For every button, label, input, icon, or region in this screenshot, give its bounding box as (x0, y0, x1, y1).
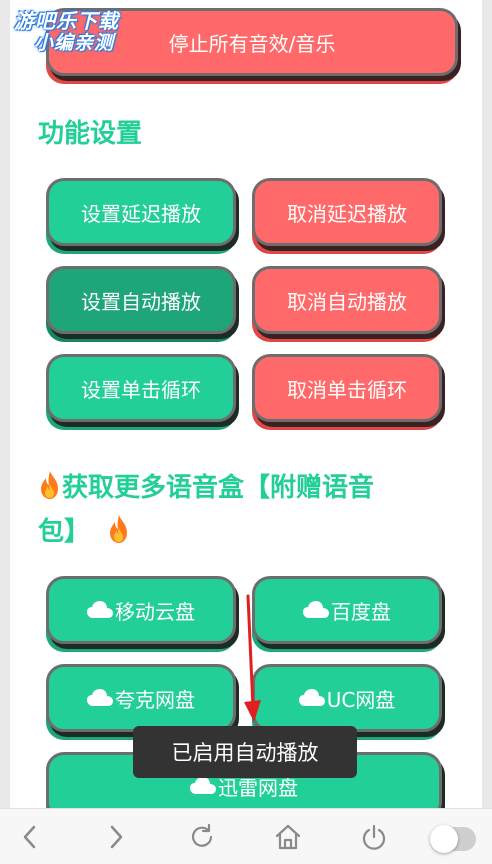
browser-bottom-bar (0, 808, 492, 864)
cloud-icon (87, 601, 113, 619)
set-click-loop-label: 设置单击循环 (81, 377, 201, 402)
forward-icon (110, 825, 123, 849)
power-icon (362, 824, 386, 850)
back-icon (23, 825, 36, 849)
watermark-line2: 小编亲测 (34, 32, 115, 54)
link-baidu-button[interactable]: 百度盘 (252, 576, 442, 644)
home-icon (275, 824, 301, 850)
watermark-line1: 游吧乐下载 (14, 9, 119, 33)
cloud-icon (87, 689, 113, 707)
cancel-delay-play-label: 取消延迟播放 (287, 201, 407, 226)
set-auto-play-label: 设置自动播放 (81, 289, 201, 314)
set-click-loop-button[interactable]: 设置单击循环 (46, 354, 236, 422)
link-baidu-label: 百度盘 (331, 599, 391, 624)
link-quark-label: 夸克网盘 (115, 687, 195, 712)
set-auto-play-button[interactable]: 设置自动播放 (46, 266, 236, 334)
power-button[interactable] (356, 821, 392, 853)
night-mode-toggle[interactable] (430, 825, 476, 853)
settings-title: 功能设置 (38, 119, 143, 149)
more-title-part1: 获取更多语音盒【附赠语音 (62, 473, 375, 503)
set-delay-play-label: 设置延迟播放 (81, 201, 201, 226)
forward-button[interactable] (98, 821, 134, 853)
fire-icon (107, 514, 131, 544)
link-uc-button[interactable]: UC网盘 (252, 664, 442, 732)
stop-all-sounds-label: 停止所有音效/音乐 (168, 31, 336, 56)
toast-text: 已启用自动播放 (171, 741, 319, 765)
more-title-line2: 包】 (38, 512, 131, 552)
cancel-auto-play-label: 取消自动播放 (287, 289, 407, 314)
cloud-icon (298, 689, 325, 707)
cancel-click-loop-button[interactable]: 取消单击循环 (252, 354, 442, 422)
refresh-icon (191, 823, 213, 847)
link-quark-button[interactable]: 夸克网盘 (46, 664, 236, 732)
toast-message: 已启用自动播放 (133, 726, 357, 778)
link-mobile-cloud-button[interactable]: 移动云盘 (46, 576, 236, 644)
cancel-click-loop-label: 取消单击循环 (287, 377, 407, 402)
link-uc-label: UC网盘 (326, 687, 396, 712)
link-mobile-cloud-label: 移动云盘 (115, 599, 195, 624)
cloud-icon (190, 777, 216, 795)
set-delay-play-button[interactable]: 设置延迟播放 (46, 178, 236, 246)
fire-icon (38, 470, 62, 500)
back-button[interactable] (12, 821, 48, 853)
cloud-icon (303, 601, 329, 619)
watermark-logo: 游吧乐下载 小编亲测 (14, 10, 119, 54)
toggle-knob (430, 825, 458, 853)
cancel-auto-play-button[interactable]: 取消自动播放 (252, 266, 442, 334)
more-title: 获取更多语音盒【附赠语音 (38, 468, 458, 508)
home-button[interactable] (270, 821, 306, 853)
more-title-part2: 包】 (38, 517, 91, 547)
annotation-arrow-icon (244, 594, 261, 722)
refresh-button[interactable] (184, 821, 220, 853)
cancel-delay-play-button[interactable]: 取消延迟播放 (252, 178, 442, 246)
